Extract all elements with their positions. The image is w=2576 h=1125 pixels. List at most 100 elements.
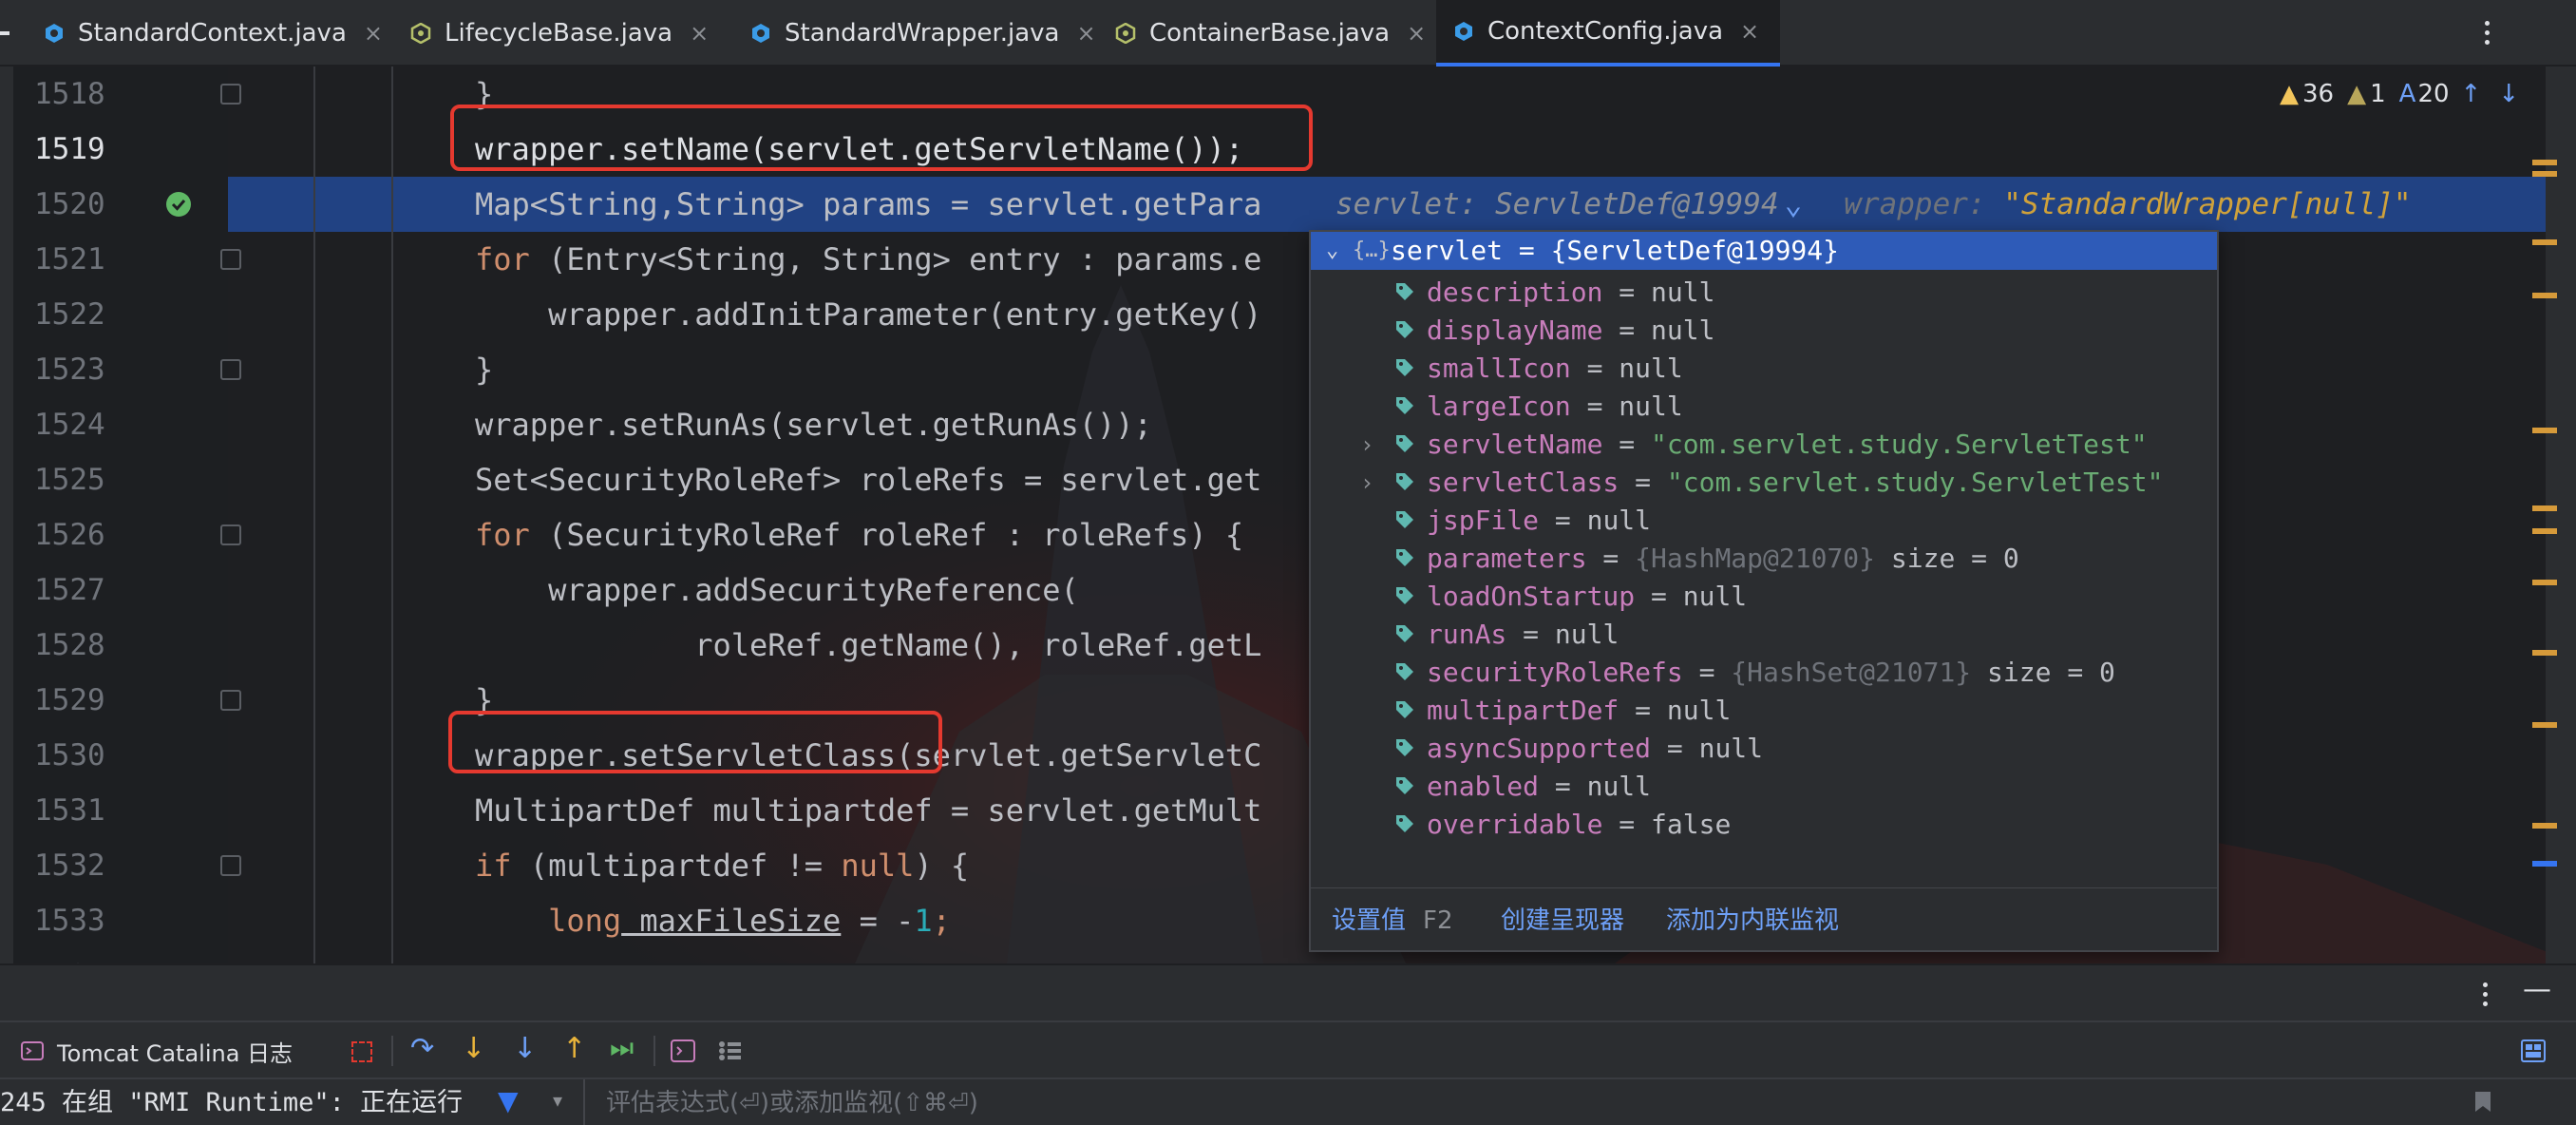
filter-icon[interactable]: ▼ — [498, 1085, 519, 1116]
debug-panel-header: — — [0, 963, 2576, 1020]
create-renderer-link[interactable]: 创建呈现器 — [1501, 888, 1624, 953]
inline-debug-values[interactable]: servlet: ServletDef@19994 ⌄ wrapper: "Stan… — [1335, 177, 2412, 232]
tab-standardcontext[interactable]: StandardContext.java × — [44, 0, 383, 67]
warning-marker[interactable] — [2532, 171, 2557, 177]
close-icon[interactable]: × — [1740, 18, 1759, 45]
tab-containerbase[interactable]: ContainerBase.java × — [1115, 0, 1426, 67]
popup-field-row[interactable]: displayName = null — [1311, 312, 2217, 350]
close-icon[interactable]: × — [364, 20, 383, 47]
popup-field-row[interactable]: enabled = null — [1311, 768, 2217, 806]
set-value-link[interactable]: 设置值 — [1332, 888, 1406, 953]
close-icon[interactable]: × — [1077, 20, 1096, 47]
popup-field-row[interactable]: securityRoleRefs = {HashSet@21071} size … — [1311, 654, 2217, 692]
field-name: loadOnStartup — [1427, 581, 1636, 612]
popup-field-row[interactable]: runAs = null — [1311, 616, 2217, 654]
field-name: smallIcon — [1427, 353, 1571, 384]
more-vertical-icon[interactable] — [2483, 19, 2491, 48]
code-line-1522[interactable]: wrapper.addInitParameter(entry.getKey() — [475, 287, 1261, 342]
tab-standardwrapper[interactable]: StandardWrapper.java × — [750, 0, 1096, 67]
warning-marker[interactable] — [2532, 823, 2557, 829]
popup-field-row[interactable]: parameters = {HashMap@21070} size = 0 — [1311, 540, 2217, 578]
popup-field-row[interactable]: multipartDef = null — [1311, 692, 2217, 730]
code-line-1525[interactable]: Set<SecurityRoleRef> roleRefs = servlet.… — [475, 452, 1261, 507]
evaluate-expression-input[interactable]: 评估表达式(⏎)或添加监视(⇧⌘⏎) — [606, 1079, 978, 1125]
fold-marker-icon[interactable] — [220, 524, 241, 545]
breakpoint-check-icon[interactable] — [165, 191, 192, 218]
fold-marker-icon[interactable] — [220, 359, 241, 380]
minus-icon[interactable] — [0, 31, 9, 35]
ide-window: StandardContext.java × LifecycleBase.jav… — [0, 0, 2576, 1125]
layout-icon[interactable] — [2521, 1039, 2546, 1062]
arrow-up-icon[interactable]: ↑ — [2461, 80, 2482, 108]
chevron-down-icon[interactable]: ▾ — [553, 1089, 562, 1112]
bookmark-icon[interactable] — [2473, 1091, 2492, 1114]
warning-marker[interactable] — [2532, 650, 2557, 656]
threads-view-icon[interactable] — [718, 1039, 743, 1062]
inspections-widget[interactable]: ▲ 36 ▲ 1 A 20 ↑ ↓ — [2280, 70, 2519, 118]
warning-marker[interactable] — [2532, 528, 2557, 534]
add-inline-watch-link[interactable]: 添加为内联监视 — [1666, 888, 1839, 953]
tab-tomcat-log[interactable]: Tomcat Catalina 日志 — [21, 1022, 293, 1079]
popup-root-row[interactable]: ⌄ {…} servlet = {ServletDef@19994} — [1311, 232, 2217, 270]
warning-marker[interactable] — [2532, 505, 2557, 511]
minimize-icon[interactable]: — — [2523, 973, 2551, 1006]
popup-field-row[interactable]: smallIcon = null — [1311, 350, 2217, 388]
error-stripe[interactable] — [2546, 67, 2576, 963]
step-over-icon[interactable]: ↷ — [410, 1032, 434, 1065]
code-line-1533[interactable]: long maxFileSize = -1; — [475, 893, 951, 948]
close-icon[interactable]: × — [690, 20, 709, 47]
warning-marker[interactable] — [2532, 722, 2557, 728]
caret-marker[interactable] — [2532, 861, 2557, 867]
popup-field-row[interactable]: asyncSupported = null — [1311, 730, 2217, 768]
field-name: jspFile — [1427, 505, 1540, 536]
code-line-1527[interactable]: wrapper.addSecurityReference( — [475, 562, 1079, 618]
warning-marker[interactable] — [2532, 239, 2557, 245]
field-name: description — [1427, 276, 1603, 308]
popup-field-row[interactable]: jspFile = null — [1311, 502, 2217, 540]
fold-marker-icon[interactable] — [220, 249, 241, 270]
popup-field-row[interactable]: › servletClass = "com.servlet.study.Servl… — [1311, 464, 2217, 502]
code-line-1531[interactable]: MultipartDef multipartdef = servlet.getM… — [475, 783, 1261, 838]
field-name: asyncSupported — [1427, 733, 1652, 764]
step-out-icon[interactable]: ↑ — [562, 1032, 586, 1065]
code-line-1520[interactable]: Map<String,String> params = servlet.getP… — [475, 177, 1261, 232]
code-line-1528[interactable]: roleRef.getName(), roleRef.getL — [475, 618, 1261, 673]
arrow-down-icon[interactable]: ↓ — [2498, 80, 2519, 108]
thread-selector[interactable]: 245 在组 "RMI Runtime": 正在运行 — [0, 1079, 463, 1125]
evaluate-expression-icon[interactable] — [671, 1039, 695, 1062]
fold-marker-icon[interactable] — [220, 690, 241, 711]
line-number: 1534 — [0, 948, 228, 963]
popup-field-row[interactable]: description = null — [1311, 274, 2217, 312]
close-icon[interactable]: × — [1407, 20, 1426, 47]
code-line-1523[interactable]: } — [475, 342, 493, 397]
popup-field-row[interactable]: largeIcon = null — [1311, 388, 2217, 426]
code-line-1532[interactable]: if (multipartdef != null) { — [475, 838, 969, 893]
code-line-1524[interactable]: wrapper.setRunAs(servlet.getRunAs()); — [475, 397, 1152, 452]
run-to-cursor-icon[interactable]: ⏭ — [610, 1032, 634, 1064]
chevron-right-icon[interactable]: › — [1360, 464, 1373, 502]
chevron-down-icon[interactable]: ⌄ — [1785, 187, 1803, 221]
popup-field-row[interactable]: › servletName = "com.servlet.study.Servle… — [1311, 426, 2217, 464]
warning-marker[interactable] — [2532, 428, 2557, 433]
popup-field-row[interactable]: overridable = false — [1311, 806, 2217, 844]
step-into-icon[interactable]: ↓ — [462, 1032, 485, 1065]
warning-marker[interactable] — [2532, 580, 2557, 585]
fold-marker-icon[interactable] — [220, 855, 241, 876]
code-line-1526[interactable]: for (SecurityRoleRef roleRef : roleRefs)… — [475, 507, 1243, 562]
more-vertical-icon[interactable] — [2481, 981, 2489, 1009]
tab-lifecyclebase[interactable]: LifecycleBase.java × — [410, 0, 709, 67]
code-line-1521[interactable]: for (Entry<String, String> entry : param… — [475, 232, 1261, 287]
equals-sign: = — [1539, 505, 1587, 536]
warning-marker[interactable] — [2532, 160, 2557, 165]
chevron-down-icon[interactable]: ⌄ — [1326, 232, 1338, 270]
line-number: 1529 — [34, 683, 105, 717]
force-step-into-icon[interactable]: ↓ — [513, 1032, 537, 1065]
popup-field-row[interactable]: loadOnStartup = null — [1311, 578, 2217, 616]
fold-marker-icon[interactable] — [220, 84, 241, 105]
restore-layout-icon[interactable] — [351, 1041, 372, 1062]
debug-value-popup[interactable]: ⌄ {…} servlet = {ServletDef@19994} descr… — [1309, 230, 2219, 952]
warning-marker[interactable] — [2532, 293, 2557, 298]
code-editor[interactable]: 1518 1519 1520 1521 1522 1523 1524 1525 … — [0, 67, 2576, 963]
chevron-right-icon[interactable]: › — [1360, 426, 1373, 464]
tab-contextconfig[interactable]: ContextConfig.java × — [1436, 0, 1781, 67]
